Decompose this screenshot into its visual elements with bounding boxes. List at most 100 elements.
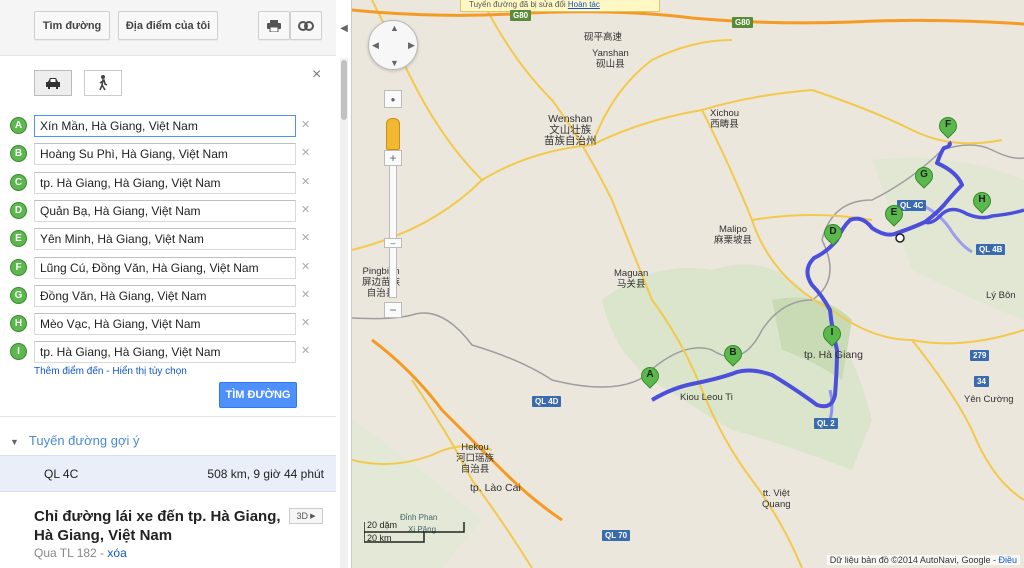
remove-waypoint-icon[interactable]: ✕ [301,203,310,216]
collapse-panel-button[interactable]: ◀ [336,0,352,56]
road-shield-279: 279 [970,350,990,361]
zoom-slider-handle[interactable]: – [384,238,402,248]
mode-driving[interactable] [34,70,72,96]
marker-f[interactable]: F [935,113,961,145]
waypoint-input[interactable]: Xín Mần, Hà Giang, Việt Nam [34,115,296,137]
my-places-button[interactable]: Địa điểm của tôi [118,11,218,40]
marker-h[interactable]: H [969,188,995,220]
zoom-slider-track[interactable] [389,158,397,298]
print-icon [267,19,281,32]
pegman-icon[interactable] [386,118,400,150]
waypoint-input[interactable]: Mèo Vạc, Hà Giang, Việt Nam [34,313,296,336]
remove-waypoint-icon[interactable]: ✕ [301,146,310,159]
label-maguan: Maguan 马关县 [614,268,649,290]
directions-button[interactable]: Tìm đường [34,11,110,40]
location-dot-icon: ● [390,94,396,104]
directions-panel: Tìm đường Địa điểm của tôi ◀ × A Xín Mần,… [0,0,352,568]
toolbar: Tìm đường Địa điểm của tôi [0,0,336,56]
undo-link[interactable]: Hoàn tác [568,0,600,9]
remove-waypoint-icon[interactable]: ✕ [301,231,310,244]
route-modified-banner: Tuyến đường đã bị sửa đổi Hoàn tác [460,0,660,12]
car-icon [46,77,60,89]
mode-walking[interactable] [84,70,122,96]
road-shield-g80-left: G80 [510,10,532,21]
zoom-in-button[interactable]: + [384,150,402,166]
zoom-out-button[interactable]: − [384,302,402,318]
waypoint-input[interactable]: Lũng Cú, Đồng Văn, Hà Giang, Việt Nam [34,256,296,279]
suggested-routes-header[interactable]: ▼ Tuyến đường gợi ý [10,433,139,448]
remove-via-link[interactable]: xóa [107,546,126,560]
pan-control[interactable]: ▲ ▼ ◀ ▶ [368,20,418,70]
waypoint-row: E Yên Minh, Hà Giang, Việt Nam ✕ [10,228,310,251]
waypoint-marker-icon[interactable]: B [10,145,27,163]
3d-button[interactable]: 3D ▶ [289,508,323,524]
waypoint-marker-icon[interactable]: E [10,230,27,248]
scale-km: 20 km [367,533,392,543]
waypoint-input[interactable]: Yên Minh, Hà Giang, Việt Nam [34,228,296,251]
close-icon[interactable]: × [312,66,321,84]
scrollbar-thumb[interactable] [341,60,347,120]
marker-e[interactable]: E [881,201,907,233]
remove-waypoint-icon[interactable]: ✕ [301,260,310,273]
marker-a[interactable]: A [637,363,663,395]
map-canvas[interactable]: Tuyến đường đã bị sửa đổi Hoàn tác G80 G… [352,0,1024,568]
waypoint-row: Ctp. Hà Giang, Hà Giang, Việt Nam ✕ [10,171,310,194]
label-yanshan: Yanshan 砚山县 [592,48,629,70]
map-base [352,0,1024,568]
map-scale: 20 dặm 20 km [364,520,472,544]
waypoint-row: D Quản Bạ, Hà Giang, Việt Nam ✕ [10,199,310,222]
pan-left-icon[interactable]: ◀ [372,40,379,51]
waypoint-marker-icon[interactable]: A [10,117,27,134]
waypoint-marker-icon[interactable]: I [10,343,27,361]
banner-text: Tuyến đường đã bị sửa đổi [469,0,566,9]
waypoint-marker-icon[interactable]: H [10,315,27,333]
pan-up-icon[interactable]: ▲ [390,23,399,33]
my-location-button[interactable]: ● [384,90,402,108]
waypoint-input[interactable]: tp. Hà Giang, Hà Giang, Việt Nam [34,171,296,194]
waypoint-marker-icon[interactable]: D [10,201,27,219]
marker-d[interactable]: D [820,220,846,252]
link-button[interactable] [290,11,322,40]
route-option[interactable]: QL 4C 508 km, 9 giờ 44 phút [0,455,336,492]
marker-g[interactable]: G [911,163,937,195]
map-attribution: Dữ liệu bản đồ ©2014 AutoNavi, Google - … [826,555,1020,565]
remove-waypoint-icon[interactable]: ✕ [301,118,310,131]
show-options-link[interactable]: Hiển thị tùy chọn [112,366,187,377]
waypoint-row: Itp. Hà Giang, Hà Giang, Việt Nam ✕ [10,341,310,364]
marker-b[interactable]: B [720,341,746,373]
waypoint-input[interactable]: Hoàng Su Phì, Hà Giang, Việt Nam [34,143,296,166]
pan-down-icon[interactable]: ▼ [390,58,399,68]
link-icon [298,20,314,31]
waypoint-input[interactable]: tp. Hà Giang, Hà Giang, Việt Nam [34,341,296,364]
via-point[interactable] [895,233,905,243]
play-icon: ▶ [310,513,316,520]
waypoint-input[interactable]: Đồng Văn, Hà Giang, Việt Nam [34,284,296,307]
label-yencuong: Yên Cường [964,394,1014,405]
label-ttviet: tt. Việt Quang [762,488,791,510]
route-distance-time: 508 km, 9 giờ 44 phút [207,467,324,481]
remove-waypoint-icon[interactable]: ✕ [301,288,310,301]
remove-waypoint-icon[interactable]: ✕ [301,316,310,329]
panel-scrollbar[interactable] [340,58,348,568]
remove-waypoint-icon[interactable]: ✕ [301,175,310,188]
waypoint-marker-icon[interactable]: C [10,173,27,191]
road-shield-ql4b: QL 4B [976,244,1006,255]
3d-label: 3D [296,511,309,521]
label-wenshan: Wenshan 文山壮族 苗族自治州 [544,113,597,147]
road-shield-34: 34 [974,376,989,387]
get-directions-button[interactable]: TÌM ĐƯỜNG [219,382,297,408]
remove-waypoint-icon[interactable]: ✕ [301,344,310,357]
print-button[interactable] [258,11,290,40]
waypoint-marker-icon[interactable]: G [10,286,27,304]
label-kiouleouti: Kiou Leou Ti [680,392,733,403]
waypoint-marker-icon[interactable]: F [10,258,27,276]
terms-link[interactable]: Điều [998,555,1017,565]
waypoint-links: Thêm điểm đến - Hiển thị tùy chọn [34,366,187,377]
add-destination-link[interactable]: Thêm điểm đến [34,366,103,377]
label-hekou: Hekou 河口瑶族 自治县 [456,442,495,475]
waypoint-input[interactable]: Quản Bạ, Hà Giang, Việt Nam [34,199,296,222]
road-shield-ql70: QL 70 [602,530,631,541]
pan-right-icon[interactable]: ▶ [408,40,415,51]
waypoint-row: A Xín Mần, Hà Giang, Việt Nam ✕ [10,115,310,137]
marker-c-i[interactable]: I [819,321,845,353]
